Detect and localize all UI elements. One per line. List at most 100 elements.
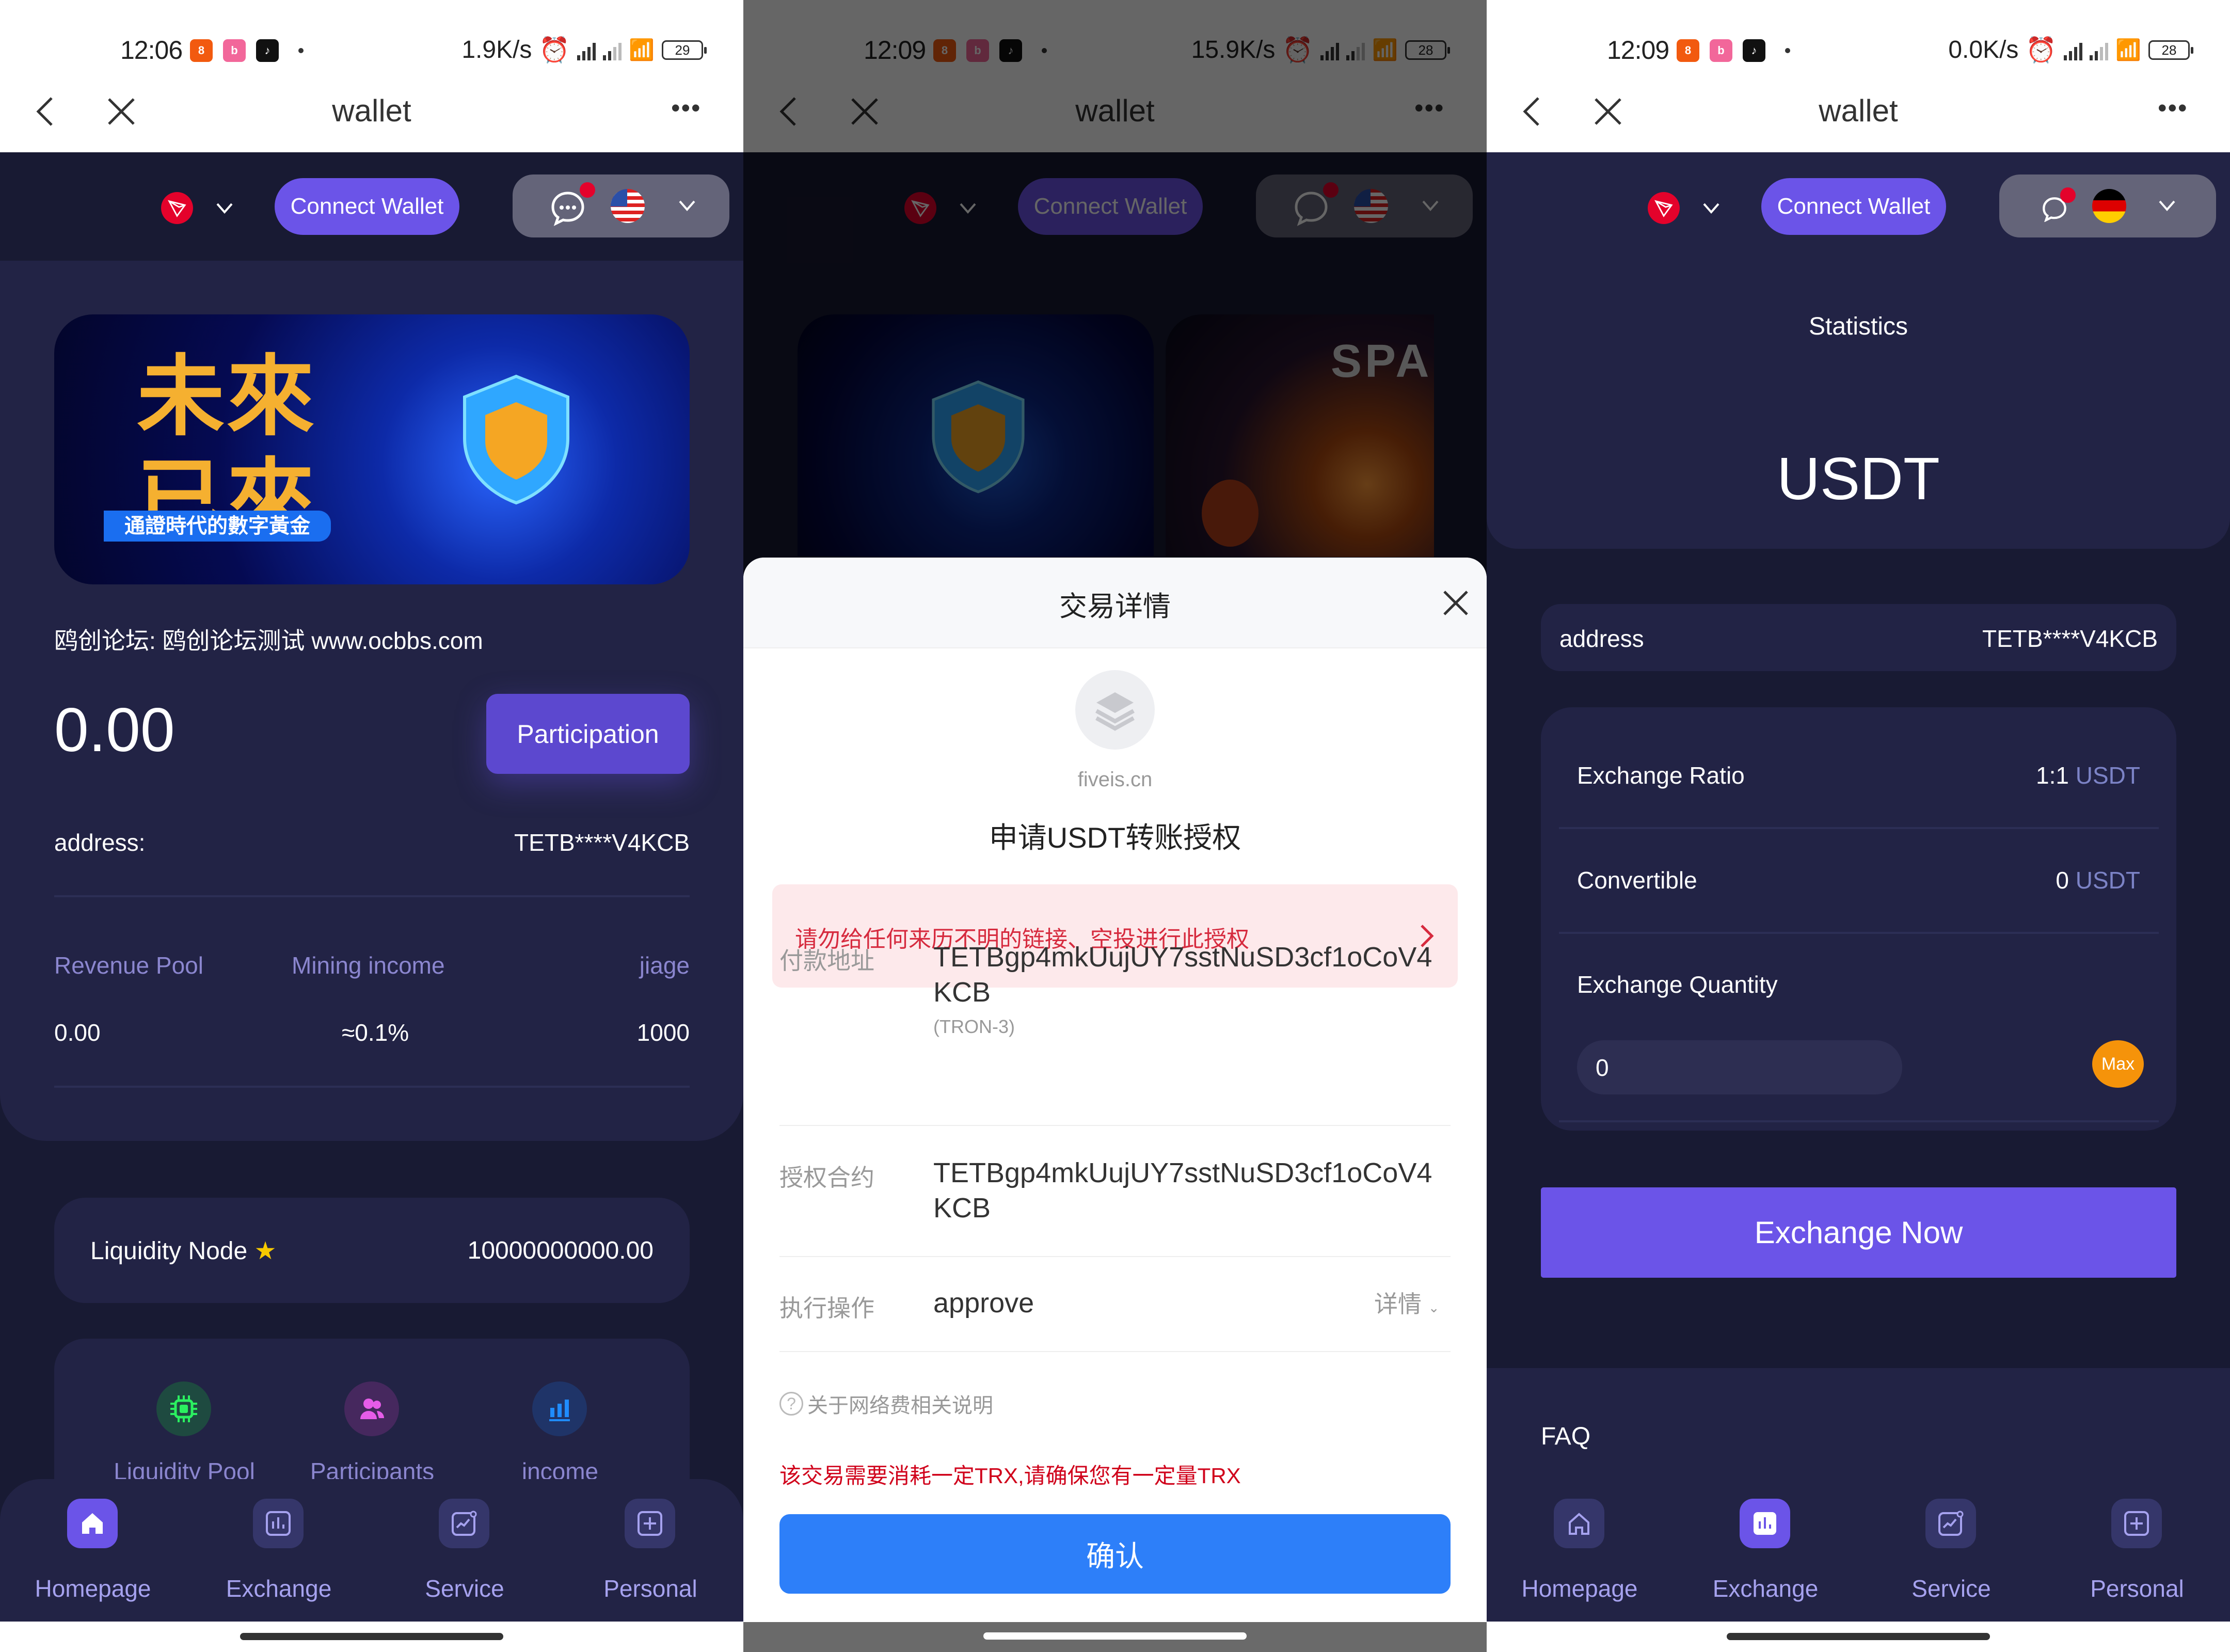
language-selector[interactable] (513, 174, 729, 237)
wifi-icon: 📶 (2115, 39, 2141, 61)
chevron-down-icon[interactable] (1701, 198, 1722, 218)
plus-square-icon (625, 1499, 675, 1548)
page-title: wallet (1819, 93, 1898, 128)
chevron-down-icon[interactable] (214, 198, 235, 218)
status-bar: 12:09 8 b ♪ 0.0K/s ⏰ 📶 28 (1487, 0, 2230, 71)
tron-network-icon[interactable] (1648, 192, 1680, 224)
chevron-down-icon[interactable] (677, 195, 697, 216)
sheet-header: 交易详情 (743, 558, 1487, 648)
top-controls: Connect Wallet (0, 152, 743, 261)
layers-icon (1075, 670, 1155, 750)
connect-wallet-button[interactable]: Connect Wallet (275, 178, 459, 235)
exchange-screen: 12:09 8 b ♪ 0.0K/s ⏰ 📶 28 wallet ••• Sta… (1487, 0, 2230, 1652)
income-chart-icon[interactable] (532, 1381, 587, 1436)
tron-network-icon[interactable] (161, 192, 193, 224)
plus-square-icon (2111, 1499, 2162, 1548)
close-icon[interactable] (1440, 587, 1471, 618)
faq-heading[interactable]: FAQ (1541, 1422, 1590, 1451)
exchange-now-button[interactable]: Exchange Now (1541, 1187, 2176, 1278)
nav-personal[interactable]: Personal (2044, 1479, 2230, 1622)
chat-icon[interactable] (550, 190, 586, 226)
chevron-down-icon[interactable] (2157, 195, 2177, 216)
participation-button[interactable]: Participation (486, 694, 690, 774)
nav-label: Personal (2090, 1575, 2184, 1602)
nav-service[interactable]: Service (372, 1479, 558, 1622)
wifi-icon: 📶 (629, 39, 655, 61)
exchange-card: Exchange Ratio 1:1 USDT Convertible 0 US… (1541, 707, 2176, 1131)
home-icon (67, 1499, 118, 1548)
nav-label: Homepage (35, 1575, 151, 1602)
statistics-label: Statistics (1808, 313, 1908, 340)
home-indicator[interactable] (983, 1632, 1247, 1640)
address-label: address: (54, 829, 146, 856)
page-title: wallet (332, 93, 411, 128)
network-fee-info[interactable]: ? 关于网络费相关说明 (779, 1389, 993, 1419)
chip-icon[interactable] (156, 1381, 211, 1436)
kuaishou-app-icon: 8 (1677, 39, 1699, 62)
service-trend-icon (439, 1499, 489, 1548)
participants-icon[interactable] (344, 1381, 399, 1436)
address-value: TETB****V4KCB (514, 829, 690, 856)
kuaishou-app-icon: 8 (190, 39, 213, 62)
network-speed: 1.9K/s (461, 36, 532, 63)
bilibili-app-icon: b (223, 39, 246, 62)
payer-address-label: 付款地址 (779, 947, 874, 974)
fee-note: 关于网络费相关说明 (807, 1394, 993, 1417)
more-menu-button[interactable]: ••• (671, 95, 702, 121)
battery-icon: 28 (2148, 40, 2193, 60)
signal-icon (603, 40, 622, 60)
nav-label: Service (1912, 1575, 1991, 1602)
convertible-label: Convertible (1577, 867, 1697, 894)
transaction-approval-screen: 12:09 8 b ♪ 15.9K/s ⏰ 📶 28 wallet ••• Co… (743, 0, 1487, 1652)
exchange-quantity-input[interactable] (1577, 1040, 1902, 1094)
exchange-ratio-value: 1:1 USDT (2036, 762, 2140, 789)
signal-icon (2090, 40, 2109, 60)
exchange-quantity-label: Exchange Quantity (1577, 971, 1778, 998)
signal-icon (577, 40, 596, 60)
request-title: 申请USDT转账授权 (989, 821, 1241, 854)
jiage-value: 1000 (636, 1019, 690, 1046)
bottom-nav: Homepage Exchange Service Personal (0, 1479, 743, 1622)
service-trend-icon (1925, 1499, 1976, 1548)
nav-label: Exchange (226, 1575, 332, 1602)
tiktok-app-icon: ♪ (256, 39, 279, 62)
forum-notice[interactable]: 鸥创论坛: 鸥创论坛测试 www.ocbbs.com (54, 622, 483, 656)
top-controls: Connect Wallet (1487, 152, 2230, 261)
operation-value: approve (933, 1288, 1034, 1319)
us-flag-icon (611, 189, 645, 223)
exchange-chart-icon (1740, 1499, 1790, 1548)
revenue-pool-value: 0.00 (54, 1019, 101, 1046)
contract-value: TETBgp4mkUujUY7sstNuSD3cf1oCoV4KCB (933, 1157, 1432, 1224)
mining-income-label: Mining income (292, 952, 445, 979)
trx-warning: 该交易需要消耗一定TRX,请确保您有一定量TRX (779, 1464, 1241, 1488)
more-menu-button[interactable]: ••• (2158, 95, 2188, 121)
nav-exchange[interactable]: Exchange (1672, 1479, 1858, 1622)
token-symbol: USDT (1777, 445, 1940, 512)
homepage-screen: 12:06 8 b ♪ 1.9K/s ⏰ 📶 29 wallet ••• Con… (0, 0, 743, 1652)
language-selector[interactable] (1999, 174, 2216, 237)
max-button[interactable]: Max (2092, 1040, 2144, 1088)
nav-exchange[interactable]: Exchange (186, 1479, 372, 1622)
convertible-value: 0 USDT (2056, 867, 2140, 894)
status-time: 12:06 (120, 36, 183, 65)
nav-service[interactable]: Service (1858, 1479, 2044, 1622)
home-indicator[interactable] (240, 1633, 503, 1640)
chevron-down-icon: ⌄ (1428, 1300, 1440, 1315)
connect-wallet-button[interactable]: Connect Wallet (1761, 178, 1946, 235)
network-speed: 0.0K/s (1948, 36, 2019, 63)
details-toggle[interactable]: 详情 ⌄ (1374, 1285, 1440, 1320)
confirm-button[interactable]: 确认 (779, 1514, 1451, 1594)
operation-label: 执行操作 (779, 1295, 874, 1322)
home-indicator[interactable] (1727, 1633, 1990, 1640)
more-notifications-dot (298, 48, 304, 53)
promo-banner[interactable]: 未來已來 通證時代的數字黃金 (54, 314, 690, 584)
nav-homepage[interactable]: Homepage (1487, 1479, 1672, 1622)
nav-personal[interactable]: Personal (558, 1479, 743, 1622)
transaction-details-sheet: 交易详情 fiveis.cn 申请USDT转账授权 请勿给任何来历不明的链接、空… (743, 558, 1487, 1622)
address-value: TETB****V4KCB (1982, 625, 2158, 652)
nav-label: Homepage (1521, 1575, 1638, 1602)
address-card: address TETB****V4KCB (1541, 604, 2176, 671)
mining-income-value: ≈0.1% (342, 1019, 409, 1046)
status-time: 12:09 (1607, 36, 1669, 65)
nav-homepage[interactable]: Homepage (0, 1479, 186, 1622)
